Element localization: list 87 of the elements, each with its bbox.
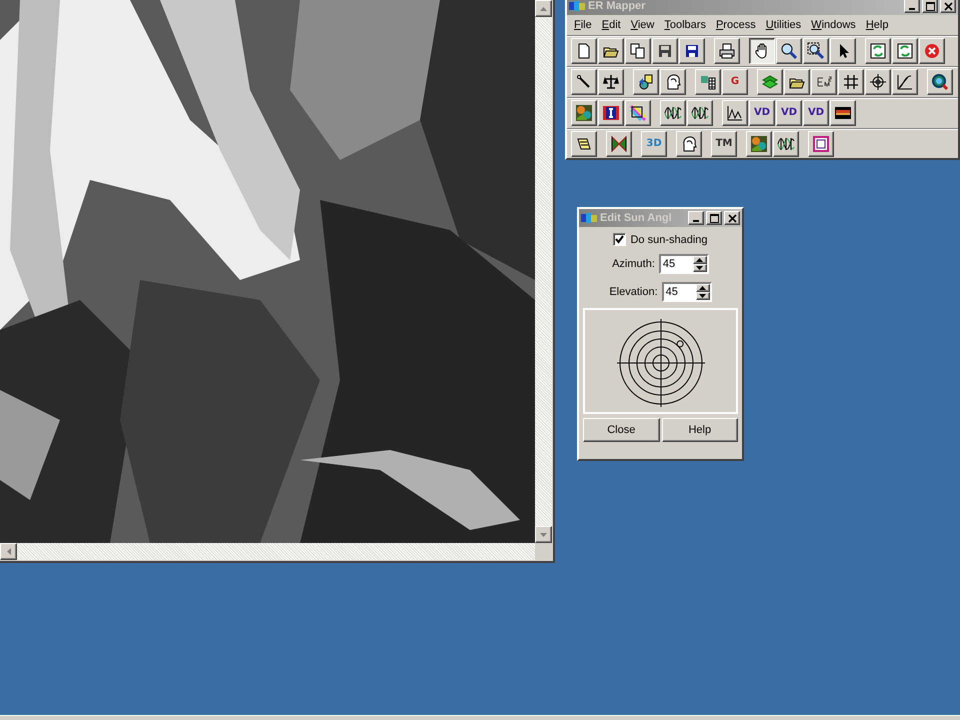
toolbar-button[interactable]: VD	[803, 100, 829, 126]
table-icon	[699, 73, 717, 91]
spectrum-icon	[834, 104, 852, 122]
menu-item[interactable]: Windows	[806, 19, 861, 31]
bowtie-icon	[610, 135, 628, 153]
toolbar-button[interactable]: VD	[776, 100, 802, 126]
minimize-button[interactable]	[904, 0, 920, 13]
field-label: Azimuth:	[612, 258, 655, 270]
spinner[interactable]	[696, 284, 710, 300]
toolbar-button[interactable]	[749, 38, 775, 64]
window-title: ER Mapper	[588, 0, 646, 12]
menu-item[interactable]: Toolbars	[659, 19, 711, 31]
icon-letters: VD	[808, 108, 824, 118]
dialog-title: Edit Sun Angl	[600, 212, 673, 224]
menu-item[interactable]: Edit	[596, 19, 626, 31]
menu-item[interactable]: View	[626, 19, 660, 31]
down-arrow-icon	[540, 532, 547, 536]
magnifier-icon	[780, 42, 798, 60]
field-value: 45	[664, 285, 679, 300]
icon-letters: 3D	[646, 139, 662, 149]
minimize-icon	[909, 8, 915, 10]
dialog-button[interactable]: Close	[583, 418, 660, 442]
number-field[interactable]: 45	[662, 282, 712, 302]
sun-position-icon[interactable]	[676, 340, 684, 348]
number-field[interactable]: 45	[658, 254, 709, 274]
frame-icon	[812, 135, 830, 153]
stop-icon	[923, 42, 941, 60]
maximize-icon	[710, 214, 718, 222]
wave-icon	[691, 104, 709, 122]
down-arrow-icon	[699, 294, 706, 298]
close-button[interactable]	[940, 0, 956, 13]
refresh-icon	[869, 42, 887, 60]
menu-item[interactable]: Help	[860, 19, 894, 31]
scroll-down-button[interactable]	[535, 526, 552, 543]
toolbar-button[interactable]: TM	[711, 131, 737, 157]
icon-letters: VD	[754, 108, 770, 118]
scroll-up-button[interactable]	[535, 0, 552, 17]
up-arrow-icon	[699, 286, 706, 290]
maximize-icon	[926, 2, 934, 10]
left-arrow-icon	[6, 548, 10, 555]
app-logo-icon	[569, 0, 585, 12]
up-arrow-icon	[696, 258, 704, 262]
icon-letters: VD	[780, 108, 798, 118]
printer-icon	[718, 42, 736, 60]
info-icon	[602, 104, 620, 122]
copy-icon	[629, 42, 647, 60]
field-label: Elevation:	[609, 286, 658, 298]
checkbox[interactable]	[613, 233, 626, 246]
down-arrow-icon	[696, 266, 704, 270]
close-icon	[944, 2, 952, 10]
target-icon	[869, 73, 887, 91]
scroll-left-button[interactable]	[0, 543, 17, 560]
menu-item[interactable]: Utilities	[760, 19, 806, 31]
balance-icon	[602, 73, 620, 91]
magnifier-icon	[807, 42, 825, 60]
close-button[interactable]	[724, 211, 740, 225]
bars-icon	[629, 104, 647, 122]
shapes-icon	[637, 73, 655, 91]
vertical-scrollbar[interactable]	[535, 0, 552, 543]
horizontal-scrollbar[interactable]	[0, 543, 535, 560]
wave-icon	[664, 104, 682, 122]
field-value: 45	[662, 257, 676, 272]
toolbar-button[interactable]: VD	[749, 100, 775, 126]
curve-icon	[896, 73, 914, 91]
menu-item[interactable]: Process	[710, 19, 761, 31]
icon-letters: TM	[716, 139, 732, 149]
layers-icon	[761, 73, 779, 91]
up-arrow-icon	[540, 6, 547, 10]
minimize-button[interactable]	[688, 211, 704, 225]
icon-letters: G	[730, 77, 740, 87]
maximize-button[interactable]	[922, 0, 938, 13]
app-logo-icon	[581, 212, 597, 224]
dialog-button[interactable]: Help	[662, 418, 738, 442]
checkbox-label: Do sun-shading	[630, 234, 708, 246]
graph-icon	[726, 104, 744, 122]
close-icon	[728, 214, 736, 222]
toolbar-button[interactable]: G	[722, 69, 748, 95]
globe-icon	[931, 73, 949, 91]
refresh-icon	[896, 42, 914, 60]
wave-icon	[777, 135, 795, 153]
minimize-icon	[693, 220, 699, 222]
menu-item[interactable]: File	[569, 19, 597, 31]
image-icon	[750, 135, 768, 153]
image-icon	[575, 104, 593, 122]
maximize-button[interactable]	[706, 211, 722, 225]
spinner[interactable]	[692, 256, 707, 272]
grid-icon	[842, 73, 860, 91]
